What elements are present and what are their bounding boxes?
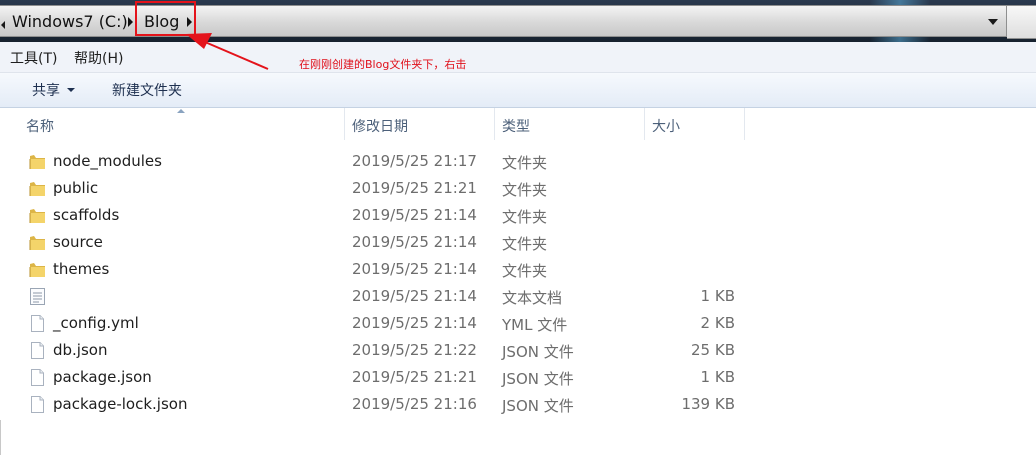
file-type: 文件夹 — [502, 235, 548, 253]
file-size: 25 KB — [691, 341, 735, 359]
text-file-icon — [29, 287, 46, 306]
folder-icon — [29, 260, 46, 279]
file-type: 文本文档 — [502, 289, 563, 307]
file-row[interactable]: 2019/5/25 21:14 文本文档 1 KB — [0, 283, 1036, 310]
column-divider[interactable] — [344, 108, 345, 140]
file-date: 2019/5/25 21:16 — [352, 395, 477, 413]
file-row[interactable]: source 2019/5/25 21:14 文件夹 — [0, 229, 1036, 256]
file-name: node_modules — [53, 152, 162, 170]
file-name: source — [53, 233, 103, 251]
share-button[interactable]: 共享 — [32, 80, 75, 100]
file-row[interactable]: public 2019/5/25 21:21 文件夹 — [0, 175, 1036, 202]
file-date: 2019/5/25 21:14 — [352, 314, 477, 332]
file-date: 2019/5/25 21:14 — [352, 287, 477, 305]
file-date: 2019/5/25 21:21 — [352, 368, 477, 386]
column-header-type[interactable]: 类型 — [502, 116, 530, 136]
file-name: scaffolds — [53, 206, 120, 224]
file-size: 1 KB — [700, 287, 735, 305]
file-date: 2019/5/25 21:21 — [352, 179, 477, 197]
column-header-size[interactable]: 大小 — [652, 116, 680, 136]
file-date: 2019/5/25 21:17 — [352, 152, 477, 170]
file-row[interactable]: node_modules 2019/5/25 21:17 文件夹 — [0, 148, 1036, 175]
file-row[interactable]: package-lock.json 2019/5/25 21:16 JSON 文件 1… — [0, 391, 1036, 418]
file-name: package.json — [53, 368, 152, 386]
file-icon — [29, 314, 46, 333]
file-row[interactable]: package.json 2019/5/25 21:21 JSON 文件 1 KB — [0, 364, 1036, 391]
sort-ascending-icon — [177, 109, 185, 113]
chevron-down-icon — [67, 88, 75, 92]
column-header-name[interactable]: 名称 — [26, 116, 54, 136]
file-row[interactable]: db.json 2019/5/25 21:22 JSON 文件 25 KB — [0, 337, 1036, 364]
file-name: public — [53, 179, 99, 197]
file-type: 文件夹 — [502, 154, 548, 172]
menu-help[interactable]: 帮助(H) — [74, 48, 123, 68]
file-date: 2019/5/25 21:14 — [352, 260, 477, 278]
file-type: JSON 文件 — [502, 397, 574, 415]
file-date: 2019/5/25 21:22 — [352, 341, 477, 359]
refresh-button[interactable] — [1007, 5, 1036, 39]
file-size: 2 KB — [700, 314, 735, 332]
file-row[interactable]: scaffolds 2019/5/25 21:14 文件夹 — [0, 202, 1036, 229]
file-type: JSON 文件 — [502, 343, 574, 361]
file-row[interactable]: themes 2019/5/25 21:14 文件夹 — [0, 256, 1036, 283]
file-icon — [29, 341, 46, 360]
breadcrumb-overflow-icon[interactable] — [1, 21, 5, 29]
share-label: 共享 — [32, 83, 60, 99]
file-icon — [29, 368, 46, 387]
file-row[interactable]: _config.yml 2019/5/25 21:14 YML 文件 2 KB — [0, 310, 1036, 337]
file-name: db.json — [53, 341, 108, 359]
file-date: 2019/5/25 21:14 — [352, 233, 477, 251]
annotation-highlight-box — [135, 1, 196, 36]
file-type: 文件夹 — [502, 262, 548, 280]
file-type: 文件夹 — [502, 181, 548, 199]
column-divider[interactable] — [744, 108, 745, 140]
new-folder-button[interactable]: 新建文件夹 — [112, 80, 182, 100]
command-bar: 共享 新建文件夹 — [0, 73, 1036, 108]
menu-bar: 工具(T) 帮助(H) — [0, 42, 1036, 73]
column-divider[interactable] — [644, 108, 645, 140]
folder-icon — [29, 233, 46, 252]
file-type: 文件夹 — [502, 208, 548, 226]
file-name: package-lock.json — [53, 395, 188, 413]
column-header-row: 名称 修改日期 类型 大小 — [0, 108, 1036, 140]
file-icon — [29, 395, 46, 414]
address-history-dropdown-icon[interactable] — [988, 19, 998, 25]
address-bar-region: Windows7 (C:) Blog — [0, 0, 1036, 42]
window-edge — [0, 420, 1, 455]
menu-tools[interactable]: 工具(T) — [10, 48, 57, 68]
file-name: _config.yml — [53, 314, 139, 332]
folder-icon — [29, 206, 46, 225]
breadcrumb-drive[interactable]: Windows7 (C:) — [12, 11, 128, 33]
file-list: node_modules 2019/5/25 21:17 文件夹 public 2019… — [0, 148, 1036, 418]
annotation-text: 在刚刚创建的Blog文件夹下，右击 — [299, 58, 467, 71]
file-type: JSON 文件 — [502, 370, 574, 388]
folder-icon — [29, 179, 46, 198]
explorer-window: Windows7 (C:) Blog 工具(T) 帮助(H) 在刚刚创建的Blo… — [0, 0, 1036, 455]
folder-icon — [29, 152, 46, 171]
column-header-date[interactable]: 修改日期 — [352, 116, 408, 136]
file-size: 139 KB — [681, 395, 735, 413]
file-size: 1 KB — [700, 368, 735, 386]
file-date: 2019/5/25 21:14 — [352, 206, 477, 224]
file-type: YML 文件 — [502, 316, 568, 334]
file-name: themes — [53, 260, 110, 278]
breadcrumb-separator-icon[interactable] — [128, 17, 133, 27]
column-divider[interactable] — [494, 108, 495, 140]
